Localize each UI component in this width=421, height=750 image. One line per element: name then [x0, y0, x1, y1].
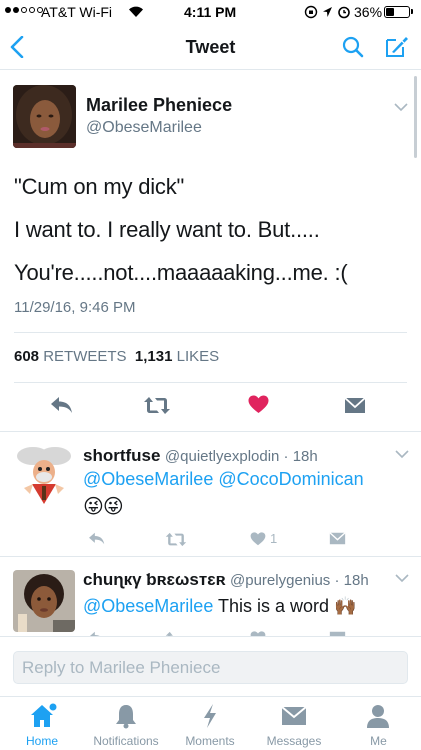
- author-name[interactable]: Marilee Pheniece: [86, 95, 232, 116]
- like-count[interactable]: 1,131: [135, 348, 173, 365]
- reply-input[interactable]: [13, 651, 408, 684]
- status-bar: AT&T Wi-Fi 4:11 PM 36%: [0, 0, 421, 24]
- tab-home[interactable]: Home: [0, 697, 84, 750]
- compose-icon[interactable]: [384, 34, 410, 59]
- tab-bar: Home Notifications Moments Messages Me: [0, 696, 421, 750]
- reply-handle-time[interactable]: @quietlyexplodin · 18h: [165, 448, 318, 465]
- chevron-down-icon[interactable]: [395, 574, 409, 583]
- reply-tweet[interactable]: shortfuse @quietlyexplodin · 18h @ObeseM…: [0, 432, 421, 557]
- orientation-lock-icon: [304, 5, 318, 19]
- retweet-icon[interactable]: [165, 532, 187, 547]
- screen: AT&T Wi-Fi 4:11 PM 36% Tweet Marilee Phe…: [0, 0, 421, 750]
- like-icon[interactable]: [250, 532, 266, 546]
- retweet-icon[interactable]: [143, 396, 171, 415]
- home-icon: [31, 703, 57, 727]
- mention-link[interactable]: @ObeseMarilee: [83, 596, 213, 616]
- main-tweet: Marilee Pheniece @ObeseMarilee "Cum on m…: [0, 70, 421, 432]
- tweet-stats: 608 RETWEETS 1,131 LIKES: [14, 348, 219, 365]
- scrollbar[interactable]: [414, 76, 417, 158]
- clock: 4:11 PM: [184, 4, 237, 20]
- reply-author-name[interactable]: shortfuse: [83, 446, 160, 465]
- direct-message-icon[interactable]: [329, 532, 346, 545]
- tab-label: Notifications: [93, 734, 159, 748]
- tweet-text-line: I want to. I really want to. But.....: [14, 217, 320, 242]
- tab-notifications[interactable]: Notifications: [84, 697, 168, 750]
- tab-me[interactable]: Me: [336, 697, 421, 750]
- tab-label: Home: [25, 734, 58, 748]
- tab-label: Moments: [185, 734, 235, 748]
- reply-author-name[interactable]: chuɳкγ ƅʀɛωsтɛʀ: [83, 570, 226, 589]
- tab-moments[interactable]: Moments: [168, 697, 252, 750]
- tweet-timestamp: 11/29/16, 9:46 PM: [14, 299, 136, 316]
- bell-icon: [116, 705, 136, 729]
- reply-text: @ObeseMarilee This is a word 🙌🏾: [83, 596, 357, 617]
- retweet-count[interactable]: 608: [14, 348, 39, 365]
- reply-composer: [0, 636, 421, 696]
- mention-link[interactable]: @CocoDominican: [218, 469, 363, 489]
- reply-text-body: This is a word: [218, 596, 330, 616]
- search-icon[interactable]: [342, 36, 364, 58]
- tweet-text-line: You're.....not....maaaaaking...me. :(: [14, 260, 348, 285]
- tab-label: Messages: [266, 734, 322, 748]
- battery-icon: [384, 6, 410, 18]
- lightning-icon: [204, 704, 216, 728]
- tweet-text-line: "Cum on my dick": [14, 174, 185, 199]
- wifi-icon: [129, 6, 143, 18]
- reply-emoji: 🙌🏾: [334, 596, 357, 616]
- tab-label: Me: [370, 734, 387, 748]
- direct-message-icon[interactable]: [344, 397, 366, 414]
- chevron-down-icon[interactable]: [394, 103, 408, 112]
- battery-percent: 36%: [354, 4, 383, 20]
- like-label[interactable]: LIKES: [177, 348, 220, 365]
- avatar[interactable]: [13, 85, 76, 148]
- reply-header: shortfuse @quietlyexplodin · 18h: [83, 446, 318, 466]
- reply-tweet[interactable]: chuɳкγ ƅʀɛωsтɛʀ @purelygenius · 18h @Obe…: [0, 557, 421, 637]
- signal-strength-icon: [5, 7, 45, 13]
- chevron-down-icon[interactable]: [395, 450, 409, 459]
- reply-icon[interactable]: [50, 396, 74, 414]
- reply-handle-time[interactable]: @purelygenius · 18h: [230, 572, 369, 589]
- location-icon: [323, 7, 332, 17]
- reply-icon[interactable]: [88, 532, 106, 545]
- mention-link[interactable]: @ObeseMarilee: [83, 469, 213, 489]
- carrier-label: AT&T Wi-Fi: [41, 4, 113, 20]
- reply-emojis: 😜😜: [83, 496, 124, 518]
- tab-messages[interactable]: Messages: [252, 697, 336, 750]
- envelope-icon: [281, 706, 307, 725]
- retweet-label[interactable]: RETWEETS: [43, 348, 126, 365]
- like-icon[interactable]: [248, 395, 269, 414]
- reply-text: @ObeseMarilee @CocoDominican: [83, 469, 364, 490]
- reply-header: chuɳкγ ƅʀɛωsтɛʀ @purelygenius · 18h: [83, 570, 369, 590]
- alarm-icon: [338, 6, 350, 19]
- person-icon: [367, 705, 389, 728]
- reply-like-count: 1: [270, 531, 278, 546]
- author-handle[interactable]: @ObeseMarilee: [86, 119, 202, 137]
- avatar[interactable]: [13, 570, 75, 632]
- nav-bar: Tweet: [0, 24, 421, 70]
- avatar[interactable]: [13, 444, 75, 506]
